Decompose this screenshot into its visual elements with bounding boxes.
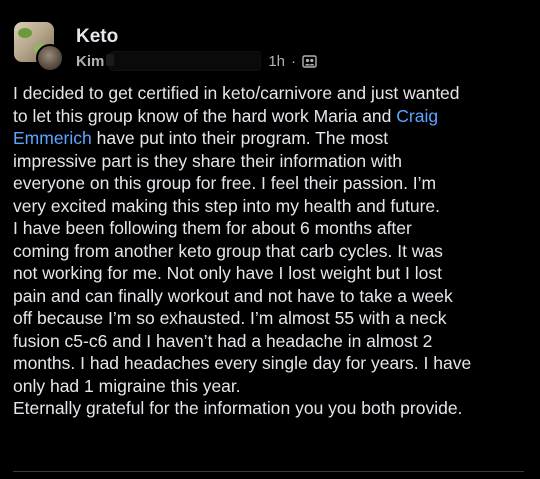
post-body: I decided to get certified in keto/carni…: [13, 82, 535, 420]
post-line: not working for me. Not only have I lost…: [13, 263, 442, 283]
redacted-author-surname: [106, 52, 261, 70]
avatar-stack[interactable]: [14, 22, 66, 72]
post-meta: Kim 1h ·: [76, 52, 317, 70]
post-line: everyone on this group for free. I feel …: [13, 173, 437, 193]
members-icon-graphic: [302, 54, 317, 68]
post-line: impressive part is they share their info…: [13, 150, 403, 171]
post-line-text: to let this group know of the hard work …: [13, 105, 397, 126]
post-line: to let this group know of the hard work …: [13, 105, 535, 128]
members-icon[interactable]: [302, 54, 317, 69]
post-line: Eternally grateful for the information y…: [13, 398, 463, 418]
post-line: I decided to get certified in keto/carni…: [13, 83, 460, 103]
author-avatar[interactable]: [36, 44, 64, 72]
meta-separator: ·: [291, 52, 297, 70]
facebook-group-post: Keto Kim 1h · I decided to get certified…: [0, 0, 540, 479]
post-timestamp[interactable]: 1h: [268, 53, 285, 70]
post-line: Emmerich have put into their program. Th…: [13, 127, 535, 150]
post-header: Keto Kim 1h ·: [14, 22, 534, 72]
group-name-link[interactable]: Keto: [76, 26, 118, 48]
post-line-text: have put into their program. The most: [91, 128, 389, 148]
post-line: only had 1 migraine this year.: [13, 375, 241, 396]
post-line: I have been following them for about 6 m…: [13, 218, 412, 238]
mention-link-emmerich[interactable]: Emmerich: [13, 128, 92, 148]
post-line: very excited making this step into my he…: [13, 195, 441, 216]
post-divider: [13, 471, 524, 472]
group-avatar-decoration: [18, 28, 32, 38]
post-line: coming from another keto group that carb…: [13, 240, 443, 261]
post-line: pain and can finally workout and not hav…: [13, 285, 453, 306]
post-line: off because I’m so exhausted. I’m almost…: [13, 308, 447, 328]
post-line: fusion c5-c6 and I haven’t had a headach…: [13, 330, 433, 351]
author-name-link[interactable]: Kim: [76, 53, 104, 70]
mention-link-craig[interactable]: Craig: [396, 106, 438, 126]
post-line: months. I had headaches every single day…: [13, 353, 472, 373]
